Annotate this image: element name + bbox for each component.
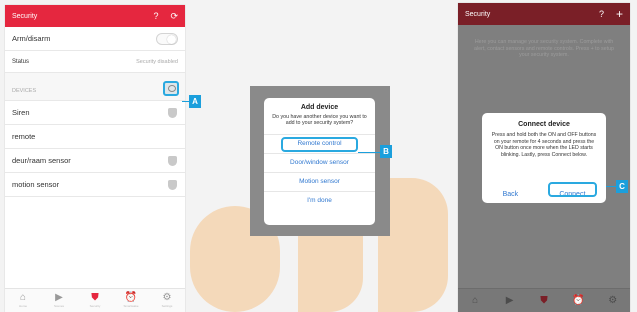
device-row[interactable]: motion sensor	[5, 173, 185, 197]
tab-label: Security	[89, 304, 101, 308]
dialog-message: Press and hold both the ON and OFF butto…	[491, 132, 597, 158]
connect-device-dialog: Connect device Press and hold both the O…	[482, 113, 606, 203]
tab-label: Smartwake	[123, 304, 139, 308]
motion-sensor-option[interactable]: Motion sensor	[264, 171, 375, 191]
tab-scenes[interactable]: ▶	[499, 294, 521, 306]
gear-icon: ⚙	[608, 294, 618, 306]
tab-smartwake[interactable]: ⏰ Smartwake	[120, 292, 142, 309]
device-row[interactable]: deur/raam sensor	[5, 149, 185, 173]
shield-icon	[168, 107, 177, 118]
arm-disarm-label: Arm/disarm	[12, 34, 51, 43]
door-window-sensor-option[interactable]: Door/window sensor	[264, 152, 375, 172]
app-title: Security	[465, 10, 491, 18]
device-name: motion sensor	[12, 180, 60, 189]
dialog-title: Add device	[300, 104, 339, 111]
tab-smartwake[interactable]: ⏰	[567, 294, 589, 306]
highlight-outline	[548, 182, 597, 197]
device-name: Siren	[12, 108, 30, 117]
connect-device-screen: Security ? + Here you can manage your se…	[458, 3, 630, 312]
shield-icon	[168, 155, 177, 166]
arm-disarm-toggle[interactable]	[156, 32, 178, 45]
add-device-dialog: Add device Do you have another device yo…	[264, 98, 375, 225]
gear-icon: ⚙	[162, 292, 172, 303]
option-label: Motion sensor	[299, 178, 340, 186]
shield-icon: ⛊	[540, 294, 548, 306]
highlight-outline	[281, 136, 358, 152]
callout-a: A	[189, 95, 201, 108]
device-name: deur/raam sensor	[12, 156, 71, 165]
tab-security[interactable]: ⛊ Security	[84, 292, 106, 309]
callout-c-connector	[606, 186, 616, 187]
status-label: Status	[12, 58, 30, 65]
tab-security[interactable]: ⛊	[533, 294, 555, 306]
device-row[interactable]: Siren	[5, 101, 185, 125]
screenshot-canvas: Security ? ⟳ Arm/disarm Status Security …	[0, 0, 637, 312]
help-icon[interactable]: ?	[599, 9, 604, 19]
add-device-screen: Add device Do you have another device yo…	[250, 86, 390, 236]
play-icon: ▶	[505, 294, 514, 306]
dialog-title: Connect device	[518, 121, 570, 128]
alarm-clock-icon: ⏰	[572, 294, 585, 306]
callout-c: C	[616, 180, 628, 193]
tab-settings[interactable]: ⚙	[602, 294, 624, 306]
status-value: Security disabled	[136, 58, 178, 65]
help-icon[interactable]: ?	[153, 11, 158, 21]
app-title: Security	[12, 12, 38, 20]
callout-b-connector	[358, 152, 380, 153]
option-label: I'm done	[307, 197, 332, 205]
remote-control-option[interactable]: Remote control	[264, 133, 375, 153]
app-bar: Security ? +	[458, 3, 630, 25]
refresh-icon[interactable]: ⟳	[170, 11, 178, 21]
bottom-tab-bar: ⌂ Home ▶ Scenes ⛊ Security ⏰ Smartwake ⚙ Sett…	[5, 288, 185, 312]
shield-icon	[168, 179, 177, 190]
devices-section-header: DEVICES	[5, 73, 185, 101]
status-row: Status Security disabled	[5, 51, 185, 73]
dialog-message: Do you have another device you want to a…	[272, 114, 367, 127]
add-icon[interactable]: +	[616, 8, 623, 20]
tab-home[interactable]: ⌂	[464, 294, 486, 306]
tab-scenes[interactable]: ▶ Scenes	[48, 292, 70, 309]
devices-header-label: DEVICES	[12, 88, 37, 94]
bottom-tab-bar: ⌂ ▶ ⛊ ⏰ ⚙	[458, 288, 630, 312]
add-device-icon[interactable]	[163, 81, 179, 96]
back-button[interactable]: Back	[503, 191, 519, 198]
home-icon: ⌂	[472, 294, 479, 306]
shield-icon: ⛊	[91, 292, 99, 303]
app-bar: Security ? ⟳	[5, 5, 185, 27]
tab-home[interactable]: ⌂ Home	[12, 292, 34, 309]
callout-a-connector	[182, 101, 189, 102]
alarm-clock-icon: ⏰	[124, 292, 138, 303]
option-label: Door/window sensor	[290, 159, 349, 167]
tab-label: Scenes	[53, 304, 64, 308]
play-icon: ▶	[55, 292, 63, 303]
callout-b: B	[380, 145, 392, 158]
tab-label: Home	[18, 304, 27, 308]
arm-disarm-row: Arm/disarm	[5, 27, 185, 51]
home-icon: ⌂	[19, 292, 27, 303]
device-name: remote	[12, 132, 36, 141]
security-screen: Security ? ⟳ Arm/disarm Status Security …	[5, 5, 185, 312]
intro-text: Here you can manage your security system…	[474, 39, 614, 59]
done-option[interactable]: I'm done	[264, 190, 375, 210]
tab-settings[interactable]: ⚙ Settings	[156, 292, 178, 309]
tab-label: Settings	[161, 304, 173, 308]
device-row[interactable]: remote	[5, 125, 185, 149]
